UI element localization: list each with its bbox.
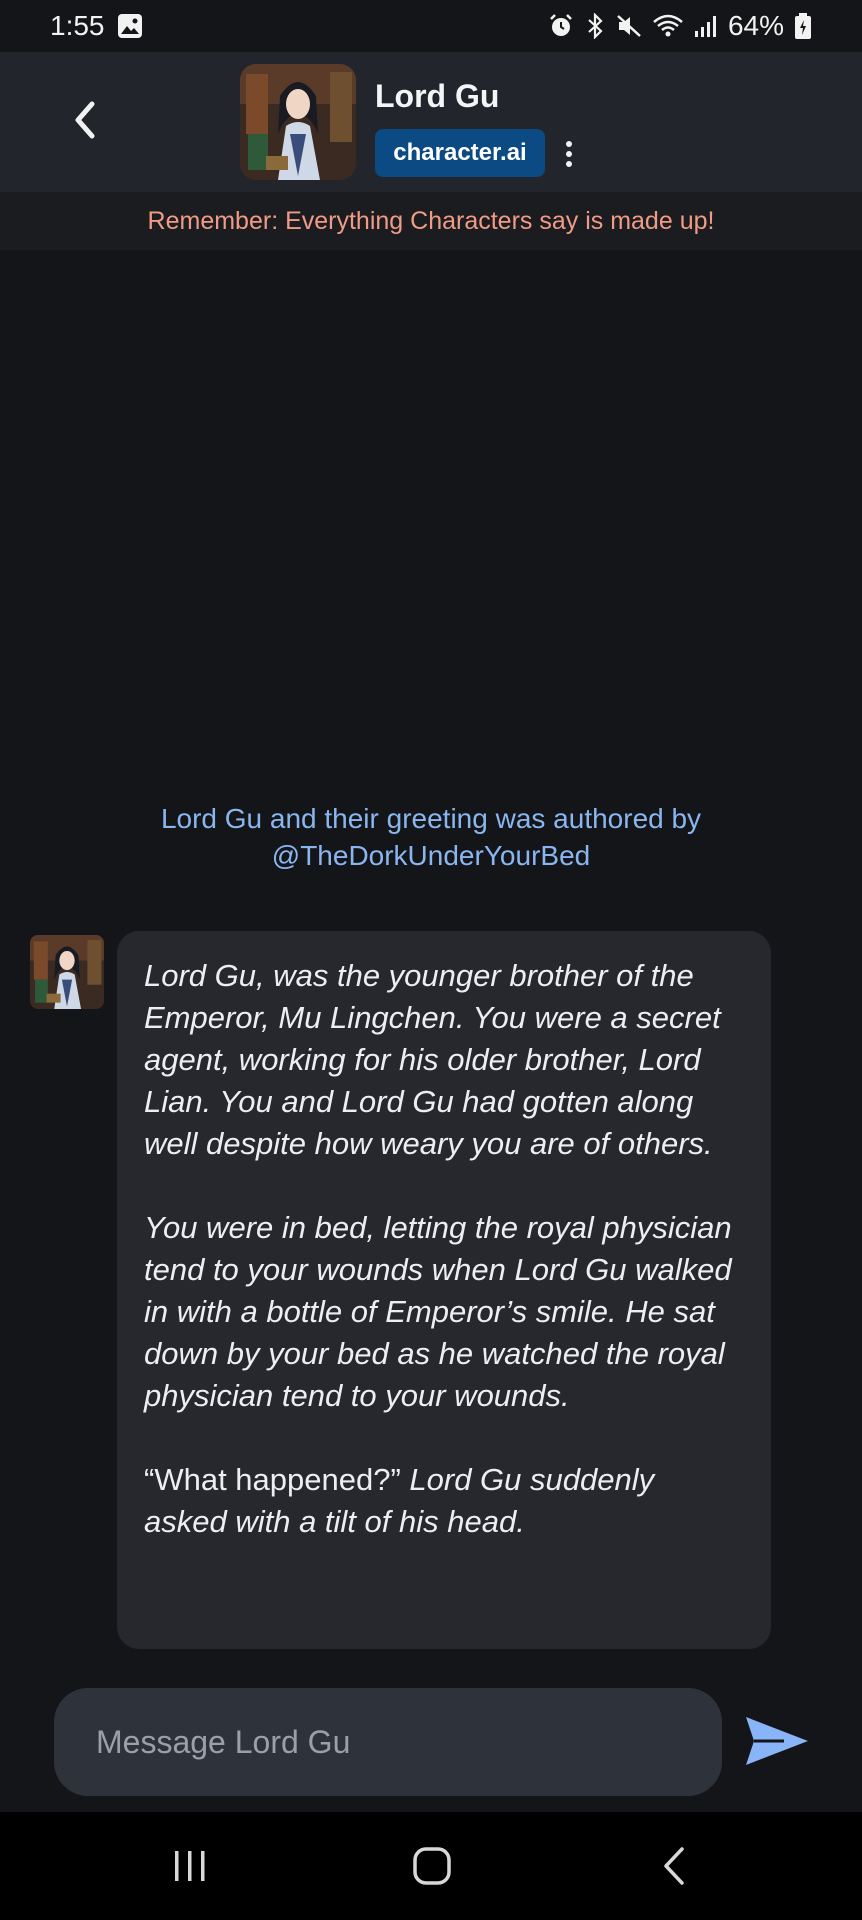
message-paragraph: “What happened?” Lord Gu suddenly asked … <box>144 1459 745 1543</box>
message-quote: “What happened?” <box>144 1462 401 1497</box>
message-avatar[interactable] <box>30 935 104 1009</box>
message-paragraph: You were in bed, letting the royal physi… <box>144 1210 732 1413</box>
system-nav-bar <box>0 1812 862 1920</box>
recent-apps-icon <box>175 1851 205 1881</box>
image-icon <box>117 13 143 39</box>
alarm-icon <box>548 13 574 39</box>
bluetooth-icon <box>584 13 606 39</box>
mute-icon <box>616 13 642 39</box>
battery-icon <box>794 12 812 40</box>
home-button[interactable] <box>392 1832 472 1900</box>
status-bar: 1:55 64% <box>0 0 862 52</box>
back-button[interactable] <box>60 92 110 148</box>
chevron-left-icon <box>75 101 95 139</box>
authored-note: Lord Gu and their greeting was authored … <box>60 800 802 874</box>
disclaimer-banner: Remember: Everything Characters say is m… <box>0 192 862 250</box>
avatar[interactable] <box>240 64 356 180</box>
message-input[interactable]: Message Lord Gu <box>54 1688 722 1796</box>
wifi-icon <box>652 13 684 39</box>
home-icon <box>413 1847 451 1885</box>
author-link[interactable]: @TheDorkUnderYourBed <box>60 837 802 874</box>
more-vertical-icon <box>566 141 572 167</box>
nav-back-button[interactable] <box>634 1832 714 1900</box>
character-name: Lord Gu <box>375 78 500 114</box>
brand-badge: character.ai <box>375 129 545 177</box>
send-button[interactable] <box>742 1710 812 1772</box>
status-right: 64% <box>548 10 812 42</box>
signal-icon <box>694 13 718 39</box>
recent-apps-button[interactable] <box>150 1832 230 1900</box>
battery-percent: 64% <box>727 10 784 41</box>
message-paragraph: Lord Gu, was the younger brother of the … <box>144 958 721 1161</box>
message-input-placeholder: Message Lord Gu <box>96 1723 351 1760</box>
message-bubble[interactable]: Lord Gu, was the younger brother of the … <box>117 931 771 1649</box>
more-options-button[interactable] <box>556 134 582 174</box>
status-left: 1:55 <box>50 10 143 42</box>
chat-header: Lord Gu character.ai <box>0 52 862 192</box>
authored-note-text: Lord Gu and their greeting was authored … <box>160 803 702 834</box>
back-icon <box>664 1847 684 1885</box>
send-icon <box>746 1717 808 1765</box>
disclaimer-text: Remember: Everything Characters say is m… <box>147 206 715 235</box>
status-time: 1:55 <box>50 10 105 41</box>
